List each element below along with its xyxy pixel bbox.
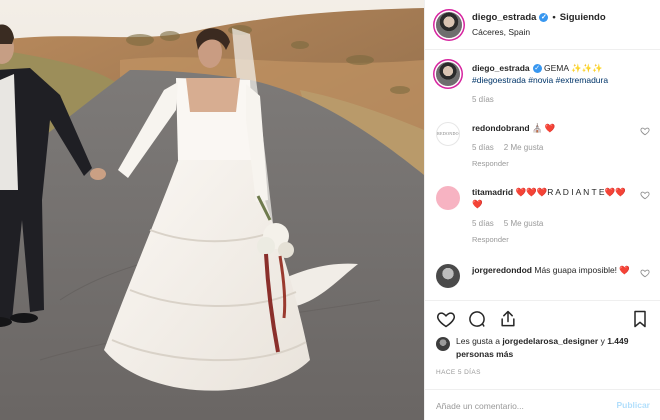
comment-likes[interactable]: 5 Me gusta [504,219,544,228]
author-line: diego_estrada ✓ • Siguiendo [472,12,606,23]
author-username[interactable]: diego_estrada [472,12,536,23]
comment-input[interactable] [436,398,601,414]
comment-meta: 5 días 2 Me gusta [472,142,632,154]
comment-username[interactable]: diego_estrada [472,63,530,73]
post-actions: Les gusta a jorgedelarosa_designer y 1.4… [425,300,660,420]
comment-time: 5 días [472,95,494,104]
comment-body: jorgeredondod Más guapa imposible! ❤️ [472,264,632,276]
add-comment-bar: Publicar [425,389,660,420]
bookmark-icon[interactable] [630,309,650,329]
caption-hashtags[interactable]: #diegoestrada #novia #extremadura [472,75,608,85]
location-link[interactable]: Cáceres, Spain [472,27,530,37]
comment-body: redondobrand ⛪ ❤️ 5 días 2 Me gusta Respo… [472,122,632,170]
verified-icon: ✓ [532,64,542,73]
comment-time: 5 días [472,219,494,228]
reply-button[interactable]: Responder [472,234,632,246]
share-icon[interactable] [498,309,518,329]
comment-body: titamadrid ❤️❤️❤️R A D I A N T E❤️❤️❤️ 5… [472,186,632,246]
verified-icon: ✓ [539,13,549,22]
post-timestamp[interactable]: HACE 5 DÍAS [436,369,481,376]
caption-avatar[interactable] [436,62,460,86]
separator-dot: • [552,12,556,23]
commenter-avatar[interactable] [436,186,460,210]
publish-button[interactable]: Publicar [616,400,650,410]
post-side-panel: diego_estrada ✓ • Siguiendo Cáceres, Spain … [424,0,660,420]
likes-middle: y [598,336,608,346]
liker-username[interactable]: jorgedelarosa_designer [502,336,598,346]
comment-like-icon[interactable] [640,190,650,200]
author-avatar[interactable] [436,12,462,38]
likes-prefix: Les gusta a [456,336,503,346]
comment-username[interactable]: redondobrand [472,123,530,133]
caption-body: diego_estrada ✓ GEMA ✨✨✨ #diegoestrada #n… [472,62,632,106]
wedding-photo [0,0,424,420]
reply-button[interactable]: Responder [472,158,632,170]
comment-username[interactable]: titamadrid [472,187,513,197]
post-header: diego_estrada ✓ • Siguiendo Cáceres, Spain [425,0,660,50]
comment-text: GEMA ✨✨✨ [544,63,603,73]
comment-like-icon[interactable] [640,268,650,278]
comment-like-icon[interactable] [640,126,650,136]
heart-icon[interactable] [436,309,456,329]
comment-meta: 5 días 5 Me gusta [472,218,632,230]
commenter-avatar[interactable]: REDONDO BRAND [436,122,460,146]
post-photo[interactable] [0,0,424,420]
comment-time: 5 días [472,143,494,152]
commenter-avatar[interactable] [436,264,460,288]
comment-text: ⛪ ❤️ [531,123,556,133]
comments-list[interactable]: diego_estrada ✓ GEMA ✨✨✨ #diegoestrada #n… [425,52,660,300]
comment-meta: 5 días [472,94,632,106]
comment-icon[interactable] [467,309,487,329]
comment-username[interactable]: jorgeredondod [472,265,532,275]
comment-likes[interactable]: 2 Me gusta [504,143,544,152]
likes-summary: Les gusta a jorgedelarosa_designer y 1.4… [436,335,651,361]
follow-status-button[interactable]: Siguiendo [560,12,606,23]
liker-avatar[interactable] [436,337,450,351]
comment-text: Más guapa imposible! ❤️ [534,265,630,275]
